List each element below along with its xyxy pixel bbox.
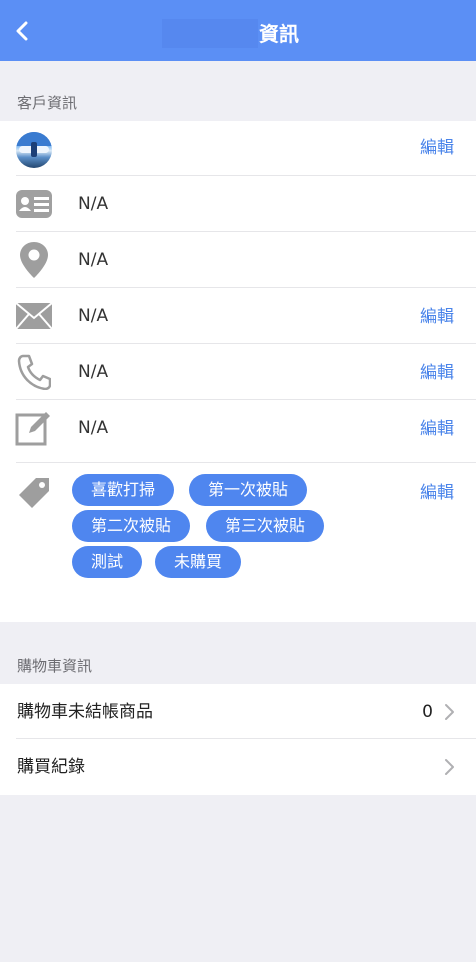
cart-unpaid-label: 購物車未結帳商品	[17, 702, 153, 722]
note-row: N/A 編輯	[0, 400, 476, 463]
chevron-right-icon	[445, 759, 454, 775]
tag-chip[interactable]: 測試	[72, 546, 143, 578]
tag-chip[interactable]: 第一次被貼	[189, 474, 308, 506]
cart-info-card: 購物車未結帳商品 0 購買紀錄	[0, 684, 476, 795]
address-value: N/A	[78, 250, 109, 270]
location-pin-icon	[14, 240, 54, 280]
id-row: N/A	[0, 176, 476, 232]
chevron-right-icon	[445, 704, 454, 720]
envelope-icon	[14, 296, 54, 336]
page-title: 資訊	[259, 22, 299, 46]
chevron-left-icon	[16, 21, 28, 41]
id-card-icon	[14, 184, 54, 224]
edit-tags-button[interactable]: 編輯	[420, 481, 454, 505]
avatar-row: 編輯	[0, 121, 476, 176]
edit-note-button[interactable]: 編輯	[420, 417, 454, 441]
edit-email-button[interactable]: 編輯	[420, 305, 454, 329]
address-row: N/A	[0, 232, 476, 288]
customer-info-card: 編輯 N/A N/A N/A 編輯 N/A 編輯 N/A 編輯 喜歡打掃 第一次…	[0, 121, 476, 622]
tag-icon	[14, 473, 54, 513]
avatar	[16, 132, 52, 168]
nav-bar: 資訊	[0, 0, 476, 61]
tag-chip[interactable]: 未購買	[155, 546, 242, 578]
tag-chip[interactable]: 喜歡打掃	[72, 474, 175, 506]
id-value: N/A	[78, 194, 109, 214]
section-header-customer: 客戶資訊	[0, 92, 476, 112]
cart-unpaid-row[interactable]: 購物車未結帳商品 0	[0, 684, 476, 739]
section-title-customer: 客戶資訊	[17, 94, 78, 112]
back-button[interactable]	[10, 18, 34, 44]
tags-row: 喜歡打掃 第一次被貼 第二次被貼 第三次被貼 測試 未購買 編輯	[0, 463, 476, 622]
tag-chip[interactable]: 第三次被貼	[206, 510, 325, 542]
purchase-history-row[interactable]: 購買紀錄	[0, 739, 476, 795]
email-value: N/A	[78, 306, 109, 326]
section-header-cart: 購物車資訊	[0, 655, 476, 675]
cart-unpaid-count: 0	[422, 702, 433, 722]
purchase-history-label: 購買紀錄	[17, 757, 85, 777]
edit-avatar-button[interactable]: 編輯	[420, 136, 454, 160]
edit-note-icon	[14, 408, 54, 448]
customer-name-redacted	[162, 19, 258, 48]
tag-chip[interactable]: 第二次被貼	[72, 510, 191, 542]
phone-value: N/A	[78, 362, 109, 382]
note-value: N/A	[78, 418, 109, 438]
section-title-cart: 購物車資訊	[17, 657, 93, 675]
edit-phone-button[interactable]: 編輯	[420, 361, 454, 385]
phone-row: N/A 編輯	[0, 344, 476, 400]
email-row: N/A 編輯	[0, 288, 476, 344]
phone-icon	[14, 352, 54, 392]
